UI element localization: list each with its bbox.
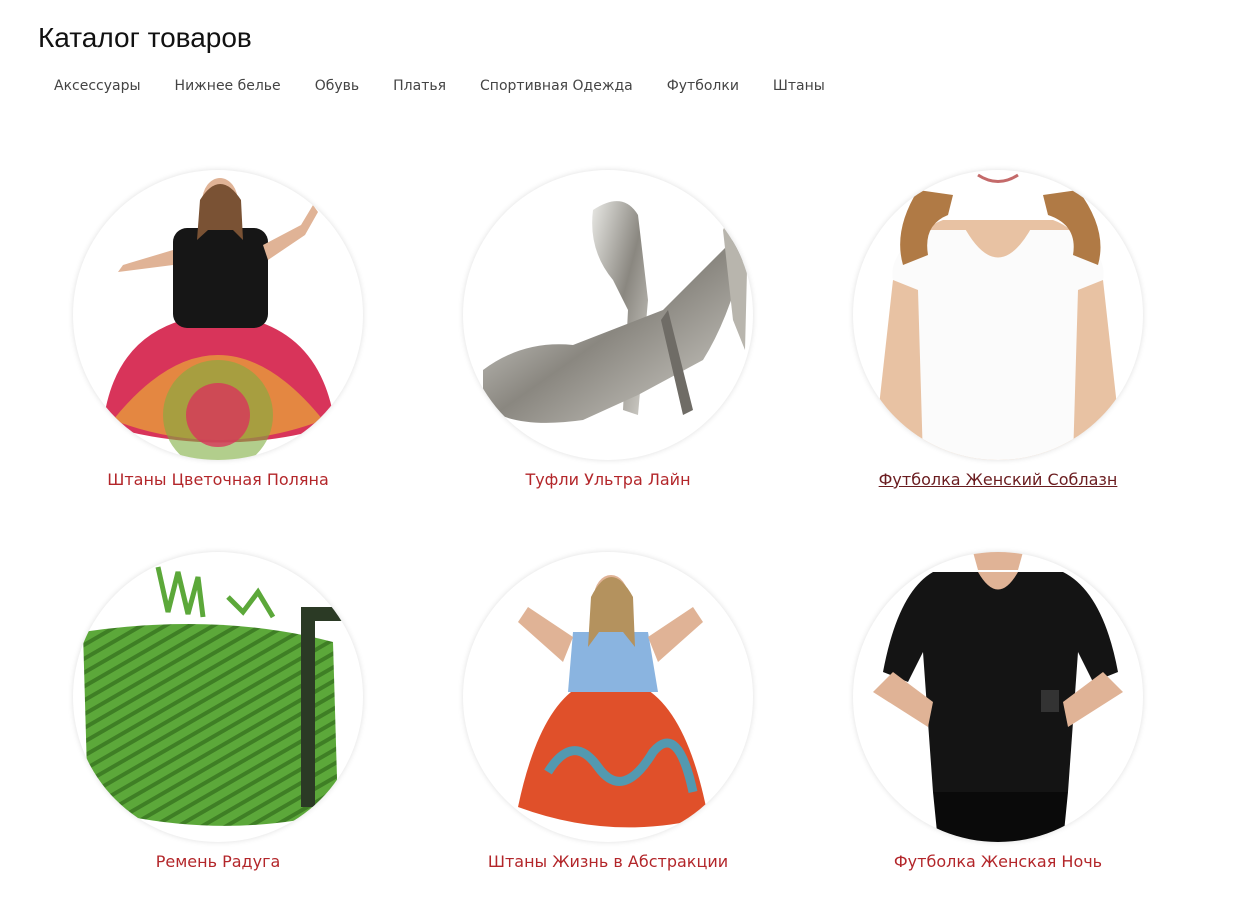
product-image[interactable] <box>73 170 363 460</box>
product-name-link[interactable]: Футболка Женский Соблазн <box>879 470 1118 489</box>
category-link-dresses[interactable]: Платья <box>376 76 463 96</box>
category-link-accessories[interactable]: Аксессуары <box>37 76 158 96</box>
category-link-sportswear[interactable]: Спортивная Одежда <box>463 76 650 96</box>
product-card: Ремень Радуга <box>58 552 378 872</box>
category-link-pants[interactable]: Штаны <box>756 76 842 96</box>
category-link-tshirts[interactable]: Футболки <box>650 76 756 96</box>
product-name-link[interactable]: Футболка Женская Ночь <box>894 852 1102 871</box>
product-card: Футболка Женская Ночь <box>838 552 1158 872</box>
product-name-link[interactable]: Ремень Радуга <box>156 852 281 871</box>
product-image[interactable] <box>463 552 753 842</box>
product-name-link[interactable]: Штаны Цветочная Поляна <box>107 470 329 489</box>
category-nav: Аксессуары Нижнее белье Обувь Платья Спо… <box>37 76 842 96</box>
category-link-underwear[interactable]: Нижнее белье <box>158 76 298 96</box>
page-title: Каталог товаров <box>38 22 252 53</box>
product-card: Футболка Женский Соблазн <box>838 170 1158 490</box>
product-name-link[interactable]: Штаны Жизнь в Абстракции <box>488 852 728 871</box>
product-image[interactable] <box>853 552 1143 842</box>
product-card: Штаны Жизнь в Абстракции <box>448 552 768 872</box>
product-image[interactable] <box>463 170 753 460</box>
product-card: Штаны Цветочная Поляна <box>58 170 378 490</box>
product-name-link[interactable]: Туфли Ультра Лайн <box>525 470 690 489</box>
product-image[interactable] <box>73 552 363 842</box>
product-image[interactable] <box>853 170 1143 460</box>
category-link-shoes[interactable]: Обувь <box>298 76 376 96</box>
product-card: Туфли Ультра Лайн <box>448 170 768 490</box>
